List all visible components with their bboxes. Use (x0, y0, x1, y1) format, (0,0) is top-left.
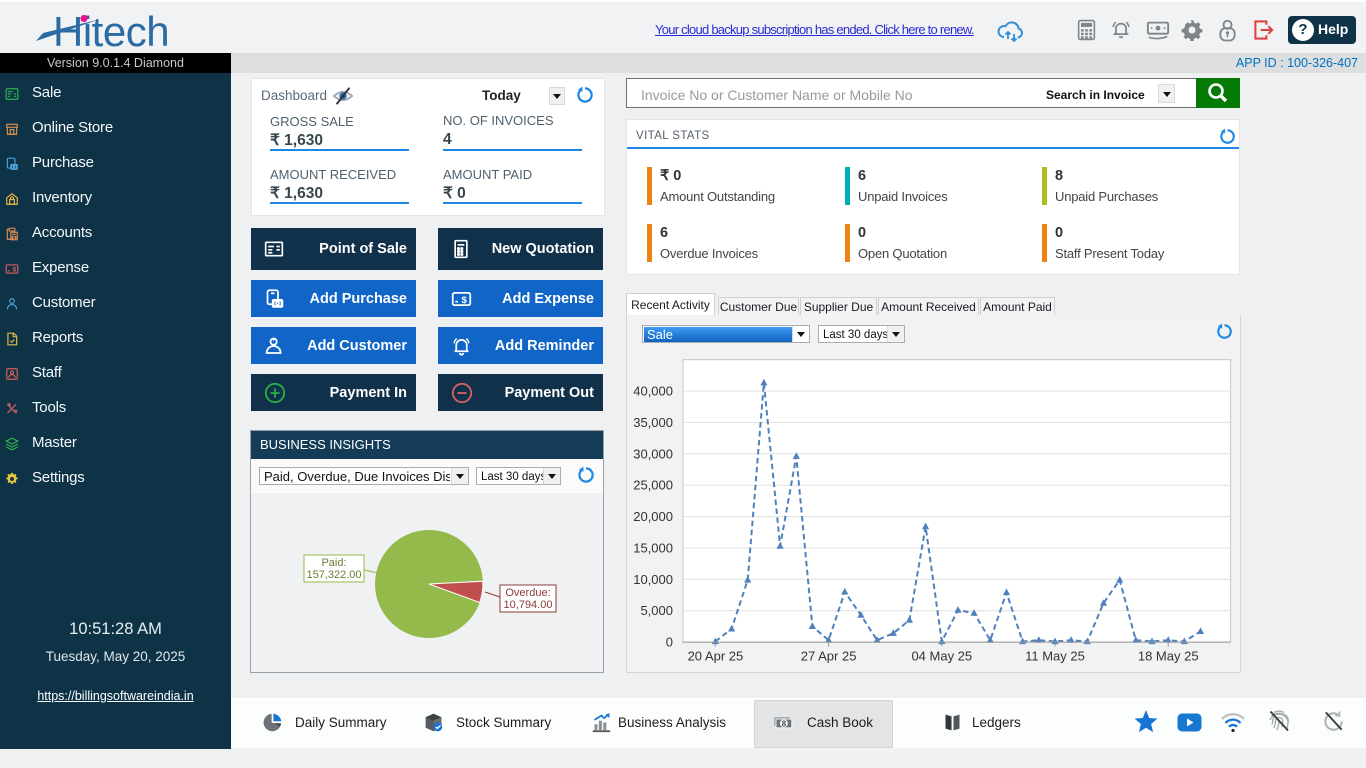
svg-text:20,000: 20,000 (633, 509, 673, 524)
svg-text:0: 0 (666, 635, 673, 650)
svg-text:20 Apr 25: 20 Apr 25 (688, 649, 744, 664)
svg-text:8: 8 (782, 719, 787, 728)
svg-text:Hitech: Hitech (53, 8, 169, 55)
svg-text:04 May 25: 04 May 25 (911, 649, 972, 664)
svg-text:10,000: 10,000 (633, 572, 673, 587)
svg-text:35,000: 35,000 (633, 415, 673, 430)
svg-text:5,000: 5,000 (640, 603, 673, 618)
svg-text:27 Apr 25: 27 Apr 25 (801, 649, 857, 664)
svg-text:10,794.00: 10,794.00 (504, 599, 553, 611)
svg-text:Overdue:: Overdue: (505, 587, 550, 599)
svg-text:25,000: 25,000 (633, 478, 673, 493)
svg-text:$: $ (462, 294, 468, 305)
svg-text:40,000: 40,000 (633, 384, 673, 399)
svg-text:$: $ (13, 267, 17, 274)
svg-text:11 May 25: 11 May 25 (1025, 649, 1085, 664)
svg-text:15,000: 15,000 (633, 541, 673, 556)
svg-text:18 May 25: 18 May 25 (1138, 649, 1199, 664)
svg-text:30,000: 30,000 (633, 446, 673, 461)
svg-text:157,322.00: 157,322.00 (306, 569, 361, 581)
svg-text:Paid:: Paid: (321, 557, 346, 569)
